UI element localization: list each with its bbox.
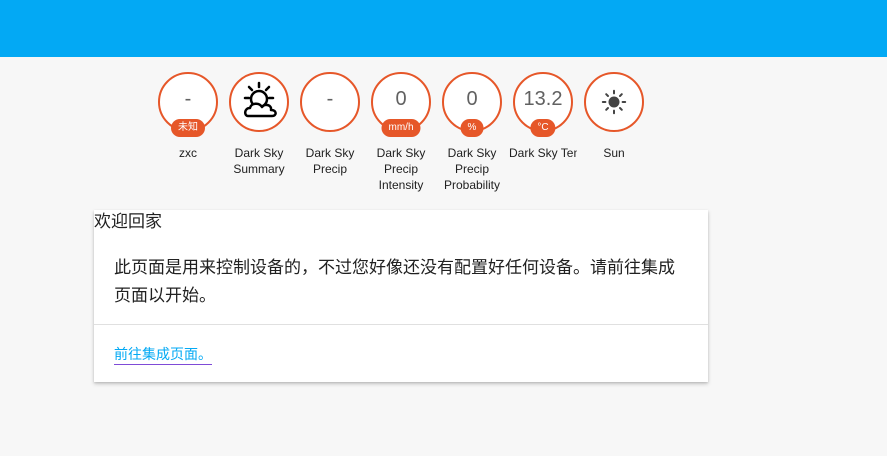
badge-dark-sky-precip-intensity[interactable]: 0 mm/h Dark Sky Precip Intensity bbox=[371, 72, 431, 193]
card-divider bbox=[94, 324, 708, 325]
badge-label: Dark Sky Precip Intensity bbox=[376, 146, 426, 192]
card-title: 欢迎回家 bbox=[94, 212, 162, 231]
badge-value: 0 bbox=[395, 88, 407, 110]
badge-circle[interactable]: - 未知 bbox=[158, 72, 218, 137]
badge-value: 0 bbox=[466, 88, 478, 110]
badge-label: Dark Sky Precip bbox=[305, 146, 355, 176]
badge-value: 13.2 bbox=[523, 88, 563, 110]
integrations-link[interactable]: 前往集成页面。 bbox=[114, 344, 212, 365]
badge-value: - bbox=[326, 88, 334, 110]
badge-dark-sky-summary[interactable]: Dark Sky Summary bbox=[229, 72, 289, 193]
badge-circle[interactable]: - bbox=[300, 72, 360, 132]
badges-row: - 未知 zxc Dark Sky Summary - Dark Sky Pre… bbox=[158, 72, 644, 193]
badge-label: Sun bbox=[603, 146, 625, 160]
badge-unit: °C bbox=[530, 119, 556, 137]
sun-icon bbox=[601, 89, 627, 115]
badge-zxc[interactable]: - 未知 zxc bbox=[158, 72, 218, 193]
badge-circle[interactable] bbox=[584, 72, 644, 132]
badge-unit: % bbox=[460, 119, 484, 137]
badge-unit: 未知 bbox=[171, 119, 205, 137]
badge-circle[interactable]: 0 % bbox=[442, 72, 502, 137]
badge-dark-sky-temperature[interactable]: 13.2 °C Dark Sky Temperatur bbox=[509, 72, 577, 193]
badge-value: - bbox=[184, 88, 192, 110]
badge-label: Dark Sky Summary bbox=[233, 146, 285, 176]
badge-label: zxc bbox=[179, 146, 197, 160]
badge-dark-sky-precip[interactable]: - Dark Sky Precip bbox=[300, 72, 360, 193]
badge-label: Dark Sky Temperatur bbox=[509, 146, 577, 160]
badge-circle[interactable] bbox=[229, 72, 289, 132]
badge-circle[interactable]: 13.2 °C bbox=[513, 72, 573, 137]
badge-circle[interactable]: 0 mm/h bbox=[371, 72, 431, 137]
card-body-text: 此页面是用来控制设备的，不过您好像还没有配置好任何设备。请前往集成页面以开始。 bbox=[114, 258, 675, 305]
badge-unit: mm/h bbox=[381, 119, 421, 137]
partly-cloudy-icon bbox=[235, 78, 283, 126]
badge-dark-sky-precip-probability[interactable]: 0 % Dark Sky Precip Probability bbox=[442, 72, 502, 193]
badge-label: Dark Sky Precip Probability bbox=[443, 146, 501, 192]
badge-sun[interactable]: Sun bbox=[584, 72, 644, 193]
welcome-card: 欢迎回家 此页面是用来控制设备的，不过您好像还没有配置好任何设备。请前往集成页面… bbox=[94, 210, 708, 382]
top-app-bar bbox=[0, 0, 887, 57]
